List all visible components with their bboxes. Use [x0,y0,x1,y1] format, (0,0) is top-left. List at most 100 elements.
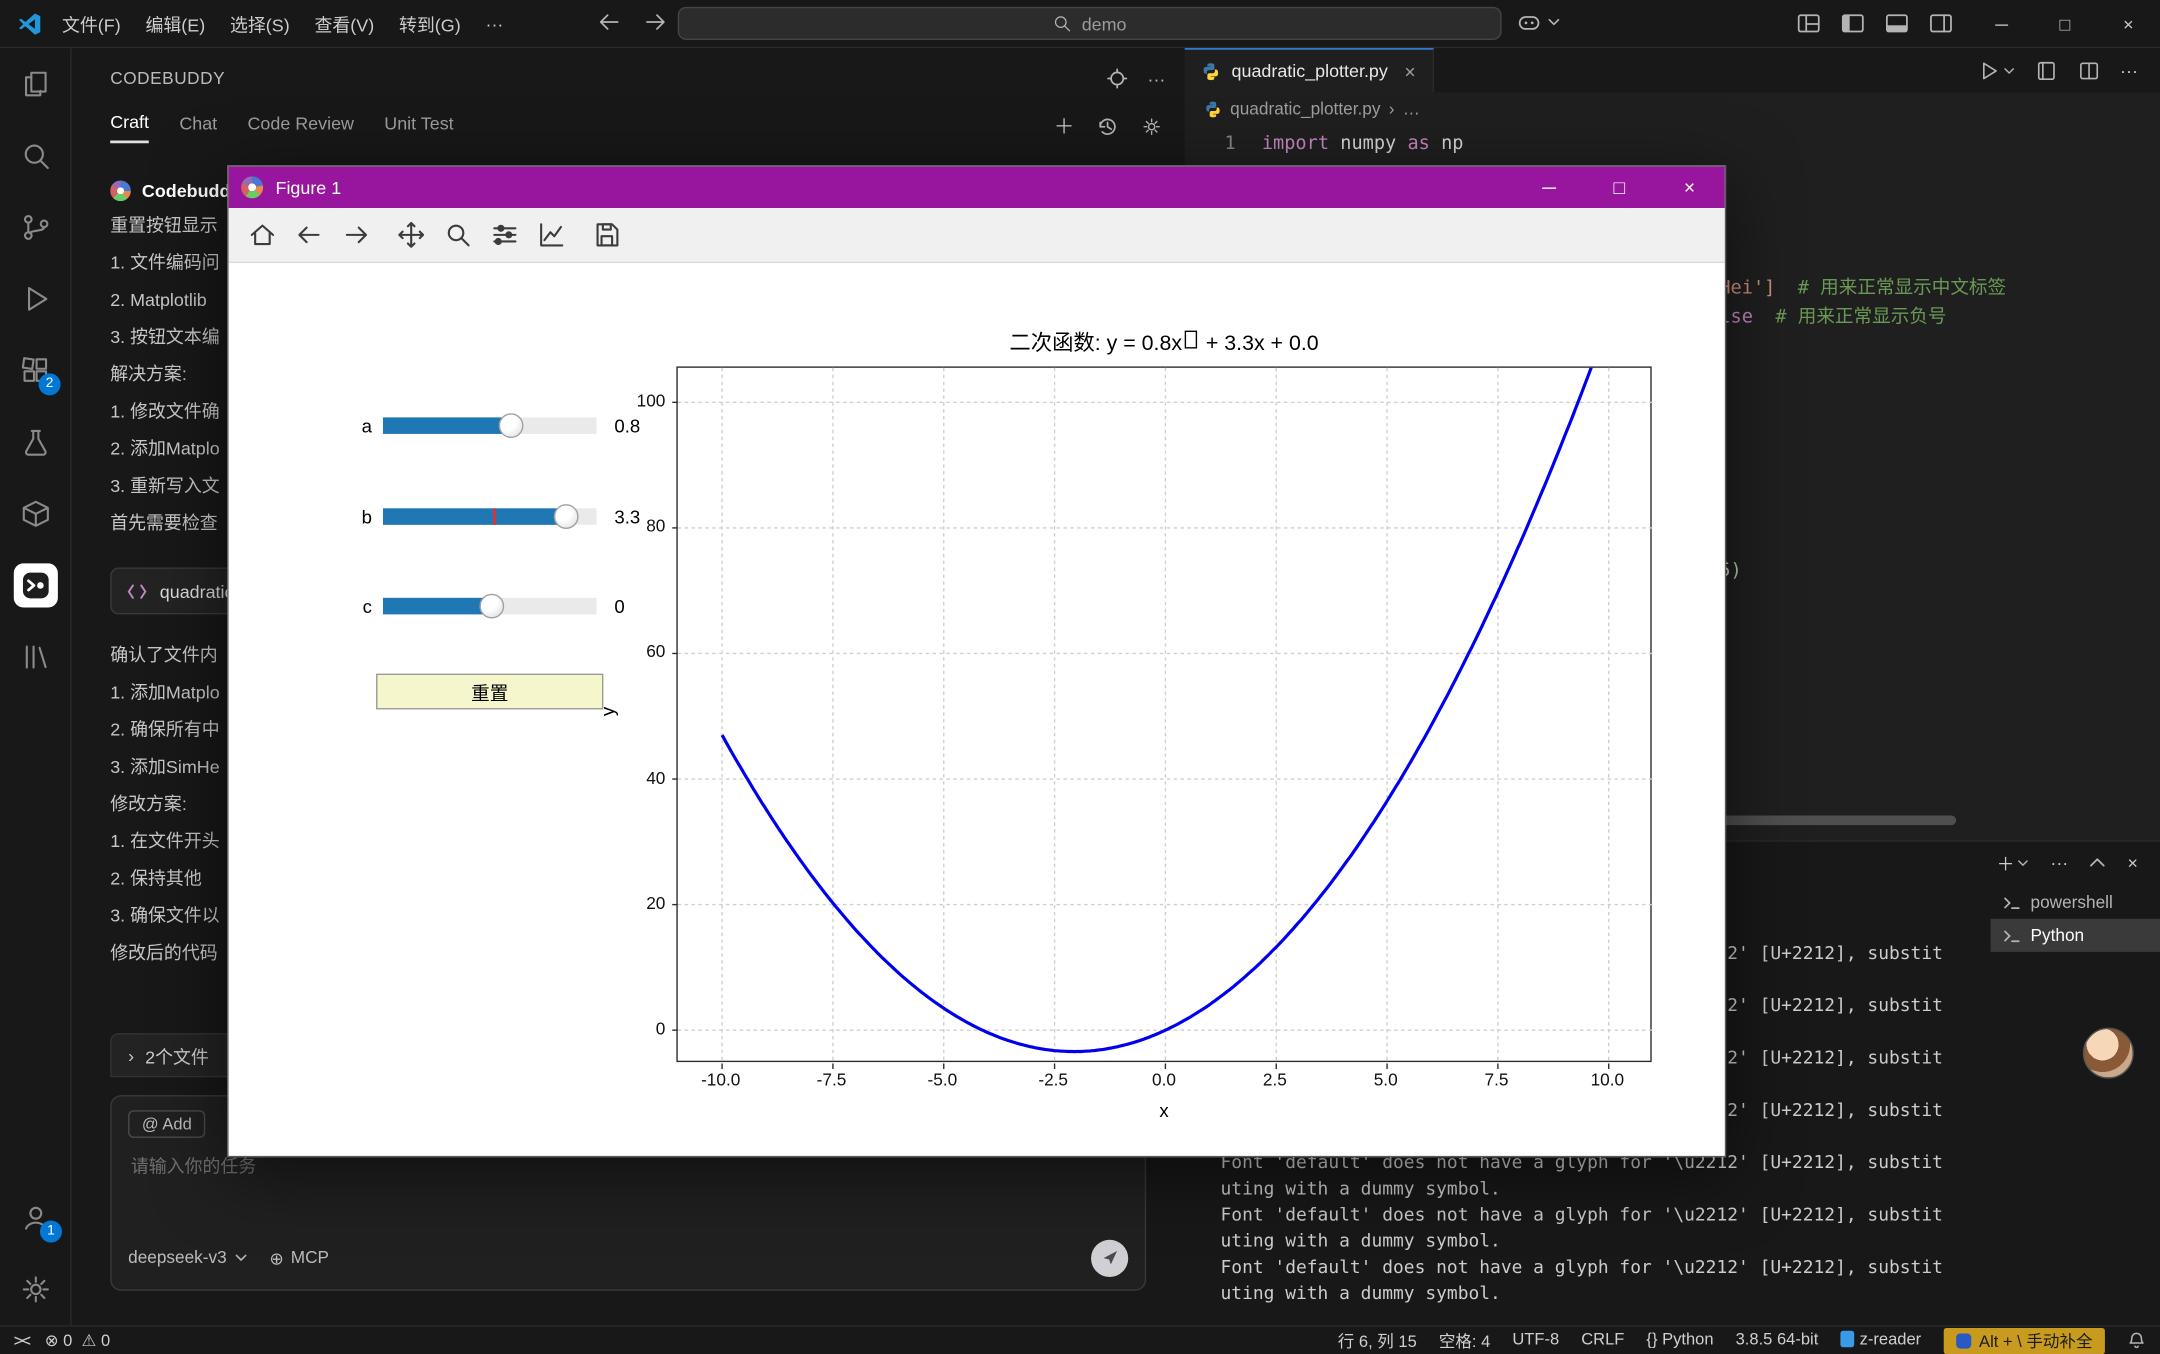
notebook-icon[interactable] [2035,59,2058,82]
panel-maximize-icon[interactable] [2089,854,2107,872]
activity-run-debug[interactable] [0,263,70,335]
command-search-box[interactable]: demo [678,7,1502,40]
nav-forward-icon[interactable] [642,8,670,36]
mpl-configure-subplots-button[interactable] [489,219,521,251]
tab-close-icon[interactable]: × [1404,60,1415,82]
nav-back-icon[interactable] [595,8,623,36]
plot-axes[interactable] [676,366,1651,1062]
activity-explorer[interactable] [0,48,70,120]
mcp-button[interactable]: ⊕ MCP [269,1247,329,1268]
activity-library[interactable] [0,621,70,693]
slider-b-handle[interactable] [554,504,579,529]
figure-window[interactable]: Figure 1 ─ □ × 二次函数: y = 0.8x + 3.3x + 0… [227,165,1726,1157]
copilot-menu-button[interactable] [1515,8,1560,36]
activity-accounts[interactable]: 1 [0,1182,72,1254]
mpl-edit-axis-button[interactable] [536,219,568,251]
statusbar-item[interactable]: 行 6, 列 15 [1338,1329,1417,1352]
panel-more-actions-icon[interactable]: ··· [2050,853,2068,874]
window-close-button[interactable]: × [2097,0,2160,48]
mpl-pan-button[interactable] [395,219,427,251]
slider-b-track[interactable] [383,508,597,525]
mpl-back-button[interactable] [293,219,325,251]
send-button[interactable] [1091,1239,1128,1276]
menu-item[interactable]: 转到(G) [387,11,473,37]
run-python-button[interactable] [1977,59,2016,82]
slider-b[interactable]: b 3.3 [311,500,640,533]
notifications-bell-icon[interactable] [2127,1331,2146,1350]
history-icon[interactable] [1097,115,1119,137]
menu-item[interactable]: 查看(V) [302,11,387,37]
horizontal-scrollbar[interactable] [1708,816,1956,826]
toggle-panel-icon[interactable] [1883,10,1911,38]
titlebar: 文件(F)编辑(E)选择(S)查看(V)转到(G)··· demo ─ □ × [0,0,2160,48]
statusbar-item[interactable]: 3.8.5 64-bit [1736,1329,1819,1352]
window-minimize-button[interactable]: ─ [1970,0,2033,48]
terminal-tab-powershell[interactable]: powershell [1991,886,2160,919]
terminal-icon [2002,892,2023,913]
mpl-save-button[interactable] [591,219,623,251]
avatar[interactable] [2083,1028,2134,1079]
customize-layout-icon[interactable] [1795,10,1823,38]
add-context-chip[interactable]: @ Add [128,1110,205,1138]
activity-codebuddy[interactable] [0,550,70,622]
terminal-tab-Python[interactable]: Python [1991,919,2160,952]
figure-maximize-button[interactable]: □ [1584,167,1654,208]
new-chat-icon[interactable]: ＋ [1054,112,1075,141]
slider-c-track[interactable] [383,598,597,615]
sidebar-tab-unit-test[interactable]: Unit Test [384,112,453,141]
x-tick-label: 0.0 [1152,1070,1176,1089]
slider-a[interactable]: a 0.8 [311,409,640,442]
new-terminal-icon[interactable]: ＋ [1997,850,2030,876]
slider-c[interactable]: c 0 [311,590,624,623]
statusbar-item[interactable]: 空格: 4 [1439,1329,1490,1352]
terminal-line: uting with a dummy symbol. [1221,1229,1943,1255]
sidebar-tab-craft[interactable]: Craft [110,111,149,143]
panel-close-icon[interactable]: × [2127,853,2137,874]
mpl-forward-button[interactable] [340,219,372,251]
activity-extensions[interactable]: 2 [0,335,70,407]
sidebar-tab-code-review[interactable]: Code Review [247,112,354,141]
statusbar-item[interactable]: z-reader [1840,1329,1921,1352]
editor-more-actions-icon[interactable]: ··· [2120,60,2138,81]
slider-c-handle[interactable] [479,594,504,619]
problems-indicator[interactable]: ⊗ 0 ⚠ 0 [45,1331,110,1350]
split-editor-icon[interactable] [2077,59,2100,82]
figure-titlebar[interactable]: Figure 1 ─ □ × [229,167,1725,208]
slider-a-track[interactable] [383,417,597,434]
activity-remote-explorer[interactable] [0,478,70,550]
code-area[interactable]: 1 import numpy as np [1185,131,2160,157]
toggle-sidebar-icon[interactable] [1839,10,1867,38]
remote-indicator[interactable]: >< [14,1331,28,1350]
editor-tab-quadratic-plotter[interactable]: quadratic_plotter.py × [1185,48,1434,92]
figure-close-button[interactable]: × [1654,167,1724,208]
mpl-zoom-button[interactable] [442,219,474,251]
menu-item[interactable]: 选择(S) [218,11,303,37]
statusbar-item[interactable]: UTF-8 [1512,1329,1559,1352]
toggle-secondary-sidebar-icon[interactable] [1927,10,1955,38]
activity-settings-gear[interactable] [0,1254,72,1326]
figure-minimize-button[interactable]: ─ [1514,167,1584,208]
menu-item[interactable]: ··· [473,14,516,35]
menu-item[interactable]: 编辑(E) [133,11,218,37]
menu-item[interactable]: 文件(F) [50,11,133,37]
more-actions-icon[interactable]: ··· [1148,68,1166,89]
mpl-home-button[interactable] [247,219,279,251]
statusbar-item[interactable]: {} Python [1646,1329,1713,1352]
pin-target-icon[interactable] [1106,68,1128,90]
activity-source-control[interactable] [0,191,70,263]
figure-toolbar [229,208,1725,263]
model-selector[interactable]: deepseek-v3 [128,1248,247,1267]
slider-a-handle[interactable] [499,413,524,438]
statusbar-item[interactable]: CRLF [1581,1329,1624,1352]
x-tick-label: -7.5 [817,1070,847,1089]
figure-canvas[interactable]: 二次函数: y = 0.8x + 3.3x + 0.0 a 0.8 b 3.3 … [229,263,1725,1156]
reset-button[interactable]: 重置 [376,674,603,710]
settings-gear-icon[interactable] [1141,115,1163,137]
window-maximize-button[interactable]: □ [2033,0,2096,48]
sidebar-tab-chat[interactable]: Chat [179,112,217,141]
matplotlib-logo-icon [241,176,263,198]
activity-search[interactable] [0,120,70,192]
breadcrumb[interactable]: quadratic_plotter.py › … [1204,92,1420,125]
completion-mode-chip[interactable]: Alt + \ 手动补全 [1943,1327,2105,1353]
activity-testing[interactable] [0,406,70,478]
